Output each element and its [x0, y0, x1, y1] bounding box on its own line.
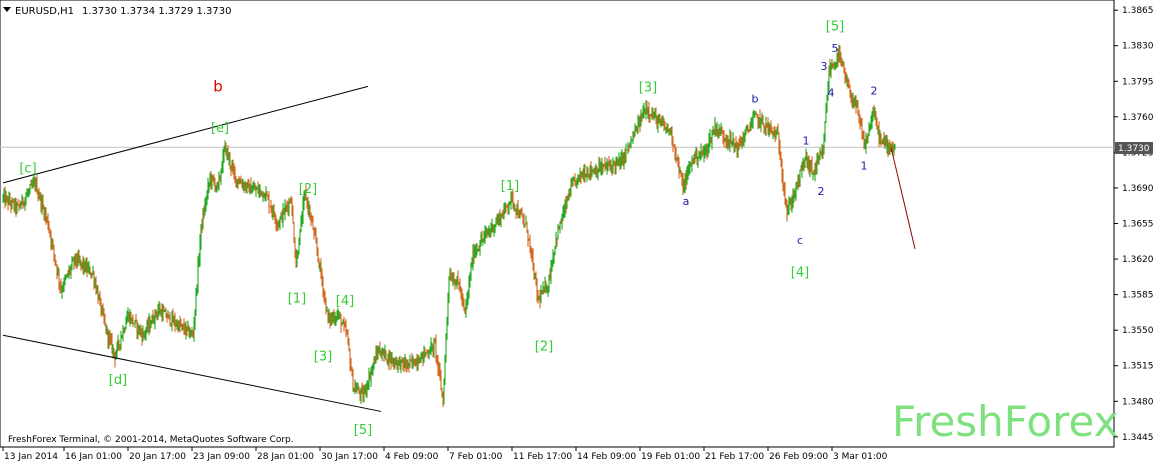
x-tick-label: 13 Jan 2014: [4, 452, 58, 462]
symbol-label: EURUSD,H1: [15, 6, 74, 17]
brand-watermark: FreshForex: [892, 397, 1118, 446]
wave-label: 1: [803, 134, 810, 147]
wave-label: b: [213, 77, 223, 95]
price-chart[interactable]: [c] [d] [e] b [2] [1] [4] [3] [5] [1] [2] [3] a b c [4]…: [0, 0, 1154, 465]
wave-label: [e]: [211, 121, 229, 136]
x-tick-label: 19 Feb 01:00: [641, 452, 700, 462]
wave-label: [1]: [288, 292, 306, 307]
x-tick-label: 30 Jan 17:00: [321, 452, 378, 462]
y-tick-label: 1.3620: [1122, 255, 1154, 265]
y-tick-label: 1.3760: [1122, 113, 1154, 123]
wave-label: 2: [871, 84, 878, 97]
wave-label: [4]: [791, 265, 809, 280]
y-tick-label: 1.3655: [1122, 220, 1154, 230]
wave-label: [1]: [501, 179, 519, 194]
wave-label: 2: [818, 185, 825, 198]
wave-label: 1: [861, 160, 868, 173]
wave-label: [5]: [826, 19, 844, 34]
y-tick-label: 1.3550: [1122, 326, 1154, 336]
wave-label: c: [797, 234, 803, 247]
x-tick-label: 26 Feb 09:00: [769, 452, 828, 462]
wave-label: [3]: [314, 350, 332, 365]
y-tick-label: 1.3830: [1122, 42, 1154, 52]
wave-label: [c]: [19, 162, 36, 177]
wave-label: [3]: [639, 80, 657, 95]
wave-label: 4: [828, 87, 835, 100]
x-tick-label: 4 Feb 09:00: [385, 452, 439, 462]
y-tick-label: 1.3865: [1122, 6, 1154, 16]
x-tick-label: 3 Mar 01:00: [833, 452, 888, 462]
ohlc-readout: 1.3730 1.3734 1.3729 1.3730: [82, 6, 232, 17]
price-axis: 1.38651.38301.37951.37601.37251.36901.36…: [1114, 6, 1154, 443]
wave-label: [2]: [535, 339, 553, 354]
time-axis: 13 Jan 2014 16 Jan 01:00 20 Jan 17:00 23 Ja…: [2, 447, 888, 462]
x-tick-label: 11 Feb 17:00: [513, 452, 572, 462]
wave-label: [4]: [336, 294, 354, 309]
x-tick-label: 23 Jan 09:00: [193, 452, 250, 462]
current-price-label: 1.3730: [1118, 144, 1150, 154]
x-tick-label: 7 Feb 01:00: [449, 452, 503, 462]
wave-label: b: [752, 93, 759, 106]
wave-label: a: [683, 195, 690, 208]
y-tick-label: 1.3480: [1122, 397, 1154, 407]
x-tick-label: 14 Feb 09:00: [577, 452, 636, 462]
wave-label: [d]: [109, 373, 127, 388]
plot-area: [0, 0, 1115, 448]
x-tick-label: 16 Jan 01:00: [65, 452, 122, 462]
y-tick-label: 1.3585: [1122, 291, 1154, 301]
x-tick-label: 28 Jan 01:00: [257, 452, 314, 462]
x-tick-label: 20 Jan 17:00: [129, 452, 186, 462]
wave-label: [5]: [354, 423, 372, 438]
x-tick-label: 21 Feb 17:00: [705, 452, 764, 462]
wave-label: 5: [832, 42, 839, 55]
y-tick-label: 1.3795: [1122, 77, 1154, 87]
wave-label: 3: [821, 60, 828, 73]
wave-label: [2]: [299, 182, 317, 197]
y-tick-label: 1.3445: [1122, 433, 1154, 443]
y-tick-label: 1.3690: [1122, 184, 1154, 194]
y-tick-label: 1.3515: [1122, 362, 1154, 372]
copyright-text: FreshForex Terminal, © 2001-2014, MetaQu…: [8, 435, 294, 445]
